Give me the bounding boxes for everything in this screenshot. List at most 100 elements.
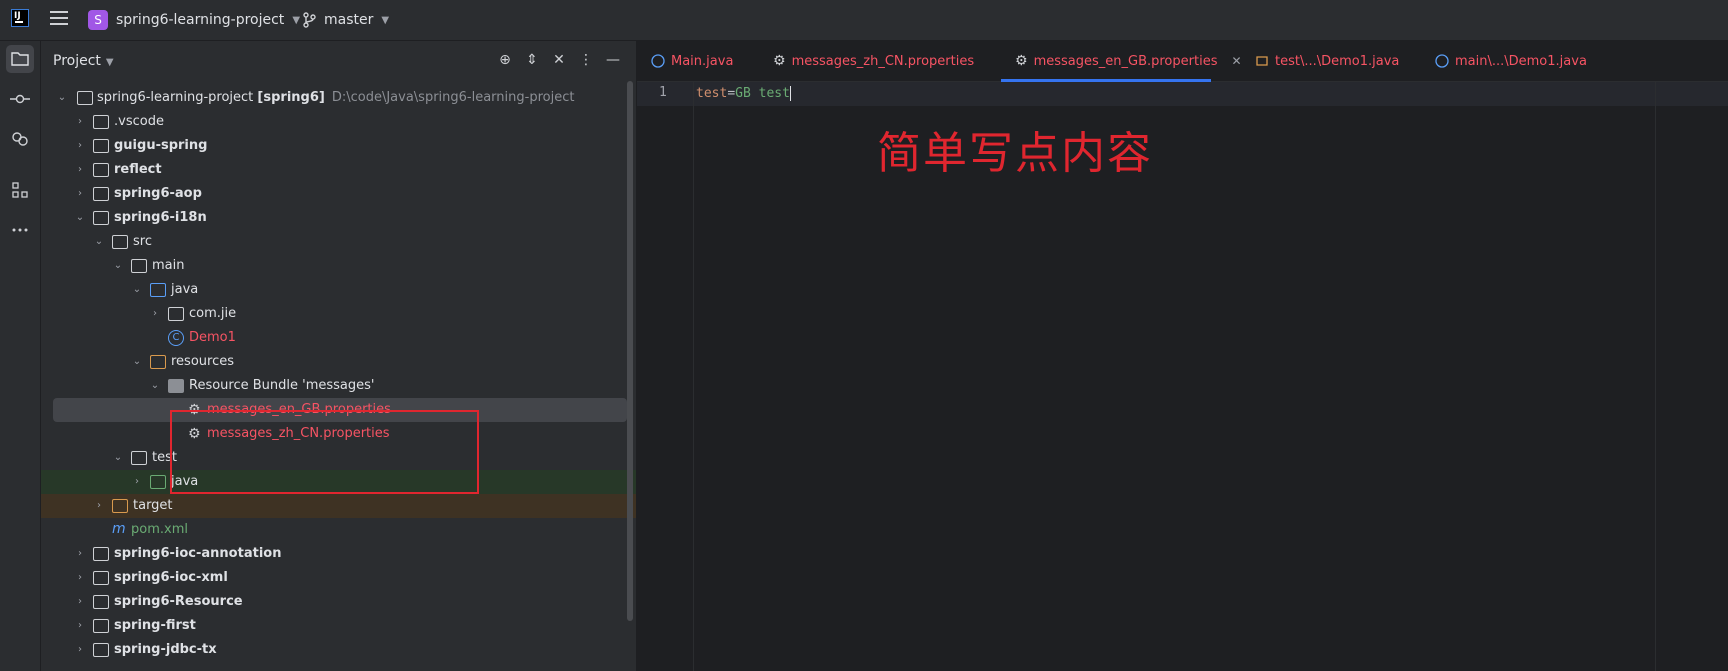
tree-item-label: pom.xml xyxy=(131,522,188,537)
tree-item-java[interactable]: ⌄ java xyxy=(41,278,636,302)
intellij-logo-icon[interactable]: IJ xyxy=(11,9,29,27)
chevron-down-icon: ▼ xyxy=(292,14,301,26)
tree-item-spring-first[interactable]: › spring-first xyxy=(41,614,636,638)
tree-item-label: spring-first xyxy=(114,618,196,633)
tree-item-reflect[interactable]: › reflect xyxy=(41,158,636,182)
tree-item-pom-xml[interactable]: m pom.xml xyxy=(41,518,636,542)
project-selector[interactable]: S spring6-learning-project ▼ xyxy=(88,9,300,31)
tab-main-demo1[interactable]: main\...\Demo1.java xyxy=(1435,41,1587,81)
gear-icon: ⚙ xyxy=(773,53,786,69)
chevron-down-icon[interactable]: ⌄ xyxy=(73,206,87,230)
tree-item-label: resources xyxy=(171,354,235,369)
tab-test-demo1[interactable]: test\...\Demo1.java xyxy=(1255,41,1399,81)
structure-icon[interactable] xyxy=(6,176,34,204)
hide-icon[interactable]: — xyxy=(604,51,622,69)
tree-item-label: guigu-spring xyxy=(114,138,208,153)
chevron-right-icon[interactable]: › xyxy=(73,638,87,662)
options-icon[interactable]: ⋮ xyxy=(577,51,595,69)
expand-all-icon[interactable]: ⇕ xyxy=(523,51,541,69)
tab-messages-en-gb[interactable]: ⚙ messages_en_GB.properties ✕ xyxy=(1001,41,1242,82)
tree-item-main[interactable]: ⌄ main xyxy=(41,254,636,278)
more-icon[interactable] xyxy=(6,216,34,244)
tree-item-spring6-i18n[interactable]: ⌄ spring6-i18n xyxy=(41,206,636,230)
tree-item-spring6-aop[interactable]: › spring6-aop xyxy=(41,182,636,206)
chevron-down-icon[interactable]: ⌄ xyxy=(130,278,144,302)
locate-icon[interactable]: ⊕ xyxy=(496,51,514,69)
chevron-down-icon[interactable]: ⌄ xyxy=(111,446,125,470)
chevron-right-icon[interactable]: › xyxy=(73,158,87,182)
chevron-right-icon[interactable]: › xyxy=(73,182,87,206)
chevron-right-icon[interactable]: › xyxy=(73,542,87,566)
close-icon[interactable]: ✕ xyxy=(1231,54,1241,68)
chevron-right-icon[interactable]: › xyxy=(73,614,87,638)
chevron-right-icon[interactable]: › xyxy=(73,590,87,614)
tab-main-java[interactable]: Main.java xyxy=(651,41,733,81)
tree-scrollbar[interactable] xyxy=(627,81,633,621)
chevron-right-icon[interactable]: › xyxy=(73,110,87,134)
branch-name: master xyxy=(324,12,374,28)
tree-item-spring6-ioc-xml[interactable]: › spring6-ioc-xml xyxy=(41,566,636,590)
panel-title-label: Project xyxy=(53,53,101,69)
tree-item-label: Resource Bundle 'messages' xyxy=(189,378,375,393)
chevron-right-icon[interactable]: › xyxy=(73,566,87,590)
tree-item-target[interactable]: › target xyxy=(41,494,636,518)
text-caret xyxy=(789,86,791,101)
collapse-all-icon[interactable]: ✕ xyxy=(550,51,568,69)
project-folder-icon[interactable] xyxy=(6,45,34,73)
project-name: spring6-learning-project xyxy=(116,12,285,28)
code-line[interactable]: test=GB test xyxy=(696,86,791,101)
tab-label: Main.java xyxy=(671,53,734,69)
tree-item-vscode[interactable]: › .vscode xyxy=(41,110,636,134)
tree-item-spring6-resource[interactable]: › spring6-Resource xyxy=(41,590,636,614)
tree-item-root[interactable]: ⌄ spring6-learning-project [spring6] D:\c… xyxy=(41,86,636,110)
chevron-down-icon[interactable]: ⌄ xyxy=(148,374,162,398)
chevron-right-icon[interactable]: › xyxy=(148,302,162,326)
module-icon xyxy=(77,91,93,105)
tree-item-demo1[interactable]: C Demo1 xyxy=(41,326,636,350)
tab-messages-zh-cn[interactable]: ⚙ messages_zh_CN.properties xyxy=(773,41,974,81)
project-panel-header: Project ▼ ⊕ ⇕ ✕ ⋮ — xyxy=(41,41,636,81)
chevron-down-icon[interactable]: ⌄ xyxy=(130,350,144,374)
module-icon xyxy=(93,643,109,657)
tree-item-spring-jdbc-tx[interactable]: › spring-jdbc-tx xyxy=(41,638,636,662)
branch-selector[interactable]: master ▼ xyxy=(302,9,389,31)
maven-icon: m xyxy=(112,521,126,537)
ai-assistant-icon[interactable] xyxy=(6,125,34,153)
chevron-down-icon[interactable]: ⌄ xyxy=(111,254,125,278)
main-menu-icon[interactable] xyxy=(50,11,68,27)
tree-item-resources[interactable]: ⌄ resources xyxy=(41,350,636,374)
tree-item-spring6-ioc-annotation[interactable]: › spring6-ioc-annotation xyxy=(41,542,636,566)
module-icon xyxy=(93,163,109,177)
module-icon xyxy=(93,547,109,561)
tree-item-label: com.jie xyxy=(189,306,237,321)
tree-item-src[interactable]: ⌄ src xyxy=(41,230,636,254)
tree-item-resource-bundle[interactable]: ⌄ Resource Bundle 'messages' xyxy=(41,374,636,398)
java-class-icon: C xyxy=(168,330,184,346)
folder-icon xyxy=(131,451,147,465)
tab-label: test\...\Demo1.java xyxy=(1275,53,1400,69)
tree-item-label: spring6-Resource xyxy=(114,594,243,609)
java-class-icon xyxy=(651,54,665,68)
tree-item-com-jie[interactable]: › com.jie xyxy=(41,302,636,326)
test-class-icon xyxy=(1255,54,1269,68)
module-icon xyxy=(93,211,109,225)
project-panel-title[interactable]: Project ▼ xyxy=(53,53,114,69)
line-number: 1 xyxy=(659,85,667,100)
resources-folder-icon xyxy=(150,355,166,369)
resource-bundle-icon xyxy=(168,379,184,393)
chevron-right-icon[interactable]: › xyxy=(73,134,87,158)
chevron-down-icon[interactable]: ⌄ xyxy=(92,230,106,254)
module-icon xyxy=(93,571,109,585)
property-separator: = xyxy=(727,86,736,101)
chevron-right-icon[interactable]: › xyxy=(130,470,144,494)
tab-label: main\...\Demo1.java xyxy=(1455,53,1587,69)
chevron-down-icon[interactable]: ⌄ xyxy=(55,86,69,110)
module-icon xyxy=(93,187,109,201)
module-icon xyxy=(93,595,109,609)
tree-item-label: spring6-ioc-annotation xyxy=(114,546,282,561)
chevron-right-icon[interactable]: › xyxy=(92,494,106,518)
commit-icon[interactable] xyxy=(6,85,34,113)
tree-item-guigu-spring[interactable]: › guigu-spring xyxy=(41,134,636,158)
tab-label: messages_en_GB.properties xyxy=(1033,53,1218,69)
tree-item-label: spring6-i18n xyxy=(114,210,207,225)
